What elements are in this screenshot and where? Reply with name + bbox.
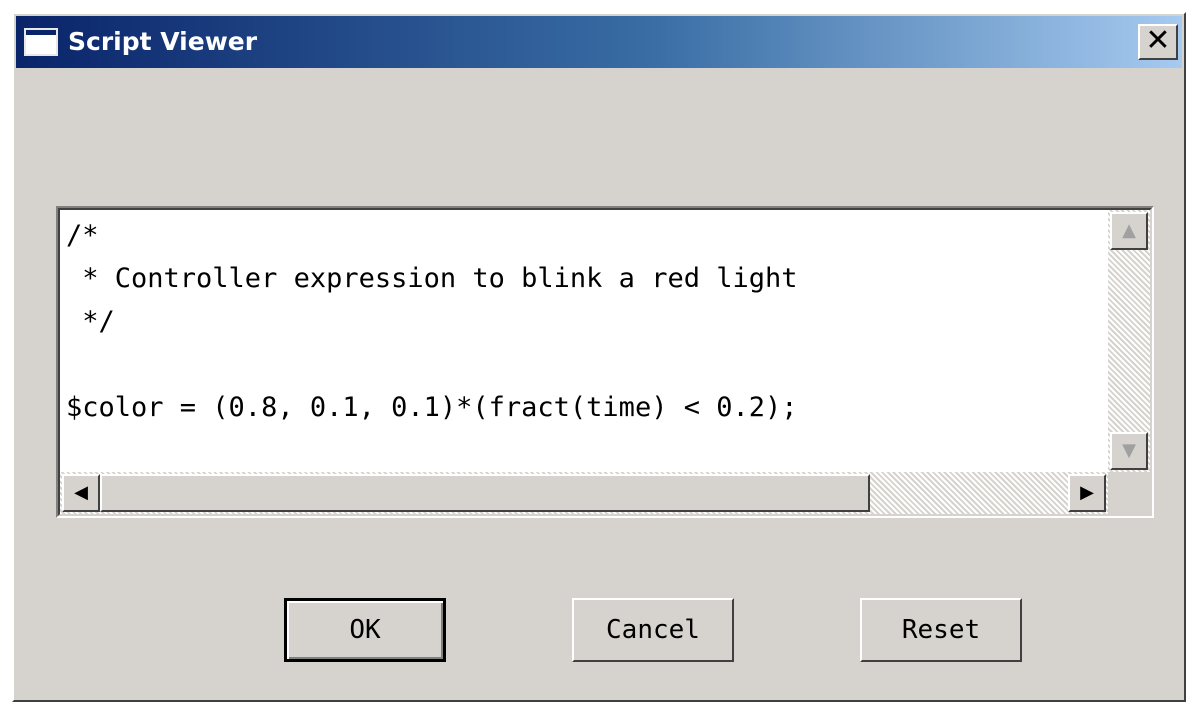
close-icon: ✕ (1145, 23, 1171, 58)
close-button[interactable]: ✕ (1138, 24, 1178, 60)
horizontal-scroll-thumb[interactable] (100, 474, 870, 512)
cancel-button[interactable]: Cancel (572, 598, 734, 662)
code-line: * Controller expression to blink a red l… (66, 263, 798, 294)
horizontal-scrollbar[interactable]: ◀ ▶ (60, 472, 1108, 514)
scroll-up-button[interactable]: ▲ (1110, 212, 1148, 250)
title-bar[interactable]: Script Viewer ✕ (16, 16, 1182, 68)
window-icon (24, 28, 58, 56)
reset-button[interactable]: Reset (860, 598, 1022, 662)
scroll-right-icon: ▶ (1080, 482, 1094, 503)
script-text[interactable]: /* * Controller expression to blink a re… (66, 214, 798, 429)
scroll-down-icon: ▼ (1122, 440, 1136, 461)
ok-button[interactable]: OK (284, 598, 446, 662)
scroll-down-button[interactable]: ▼ (1110, 432, 1148, 470)
scroll-up-icon: ▲ (1122, 220, 1136, 241)
scroll-right-button[interactable]: ▶ (1068, 474, 1106, 512)
code-line: */ (66, 306, 115, 337)
code-line: $color = (0.8, 0.1, 0.1)*(fract(time) < … (66, 392, 798, 423)
scroll-left-icon: ◀ (74, 482, 88, 503)
window-title: Script Viewer (68, 27, 258, 56)
scrollbar-corner (1108, 472, 1150, 514)
script-viewer-window: Script Viewer ✕ /* * Controller expressi… (12, 12, 1186, 702)
script-editor[interactable]: /* * Controller expression to blink a re… (56, 206, 1154, 518)
scroll-left-button[interactable]: ◀ (62, 474, 100, 512)
code-line: /* (66, 220, 99, 251)
vertical-scrollbar[interactable]: ▲ ▼ (1108, 210, 1150, 472)
